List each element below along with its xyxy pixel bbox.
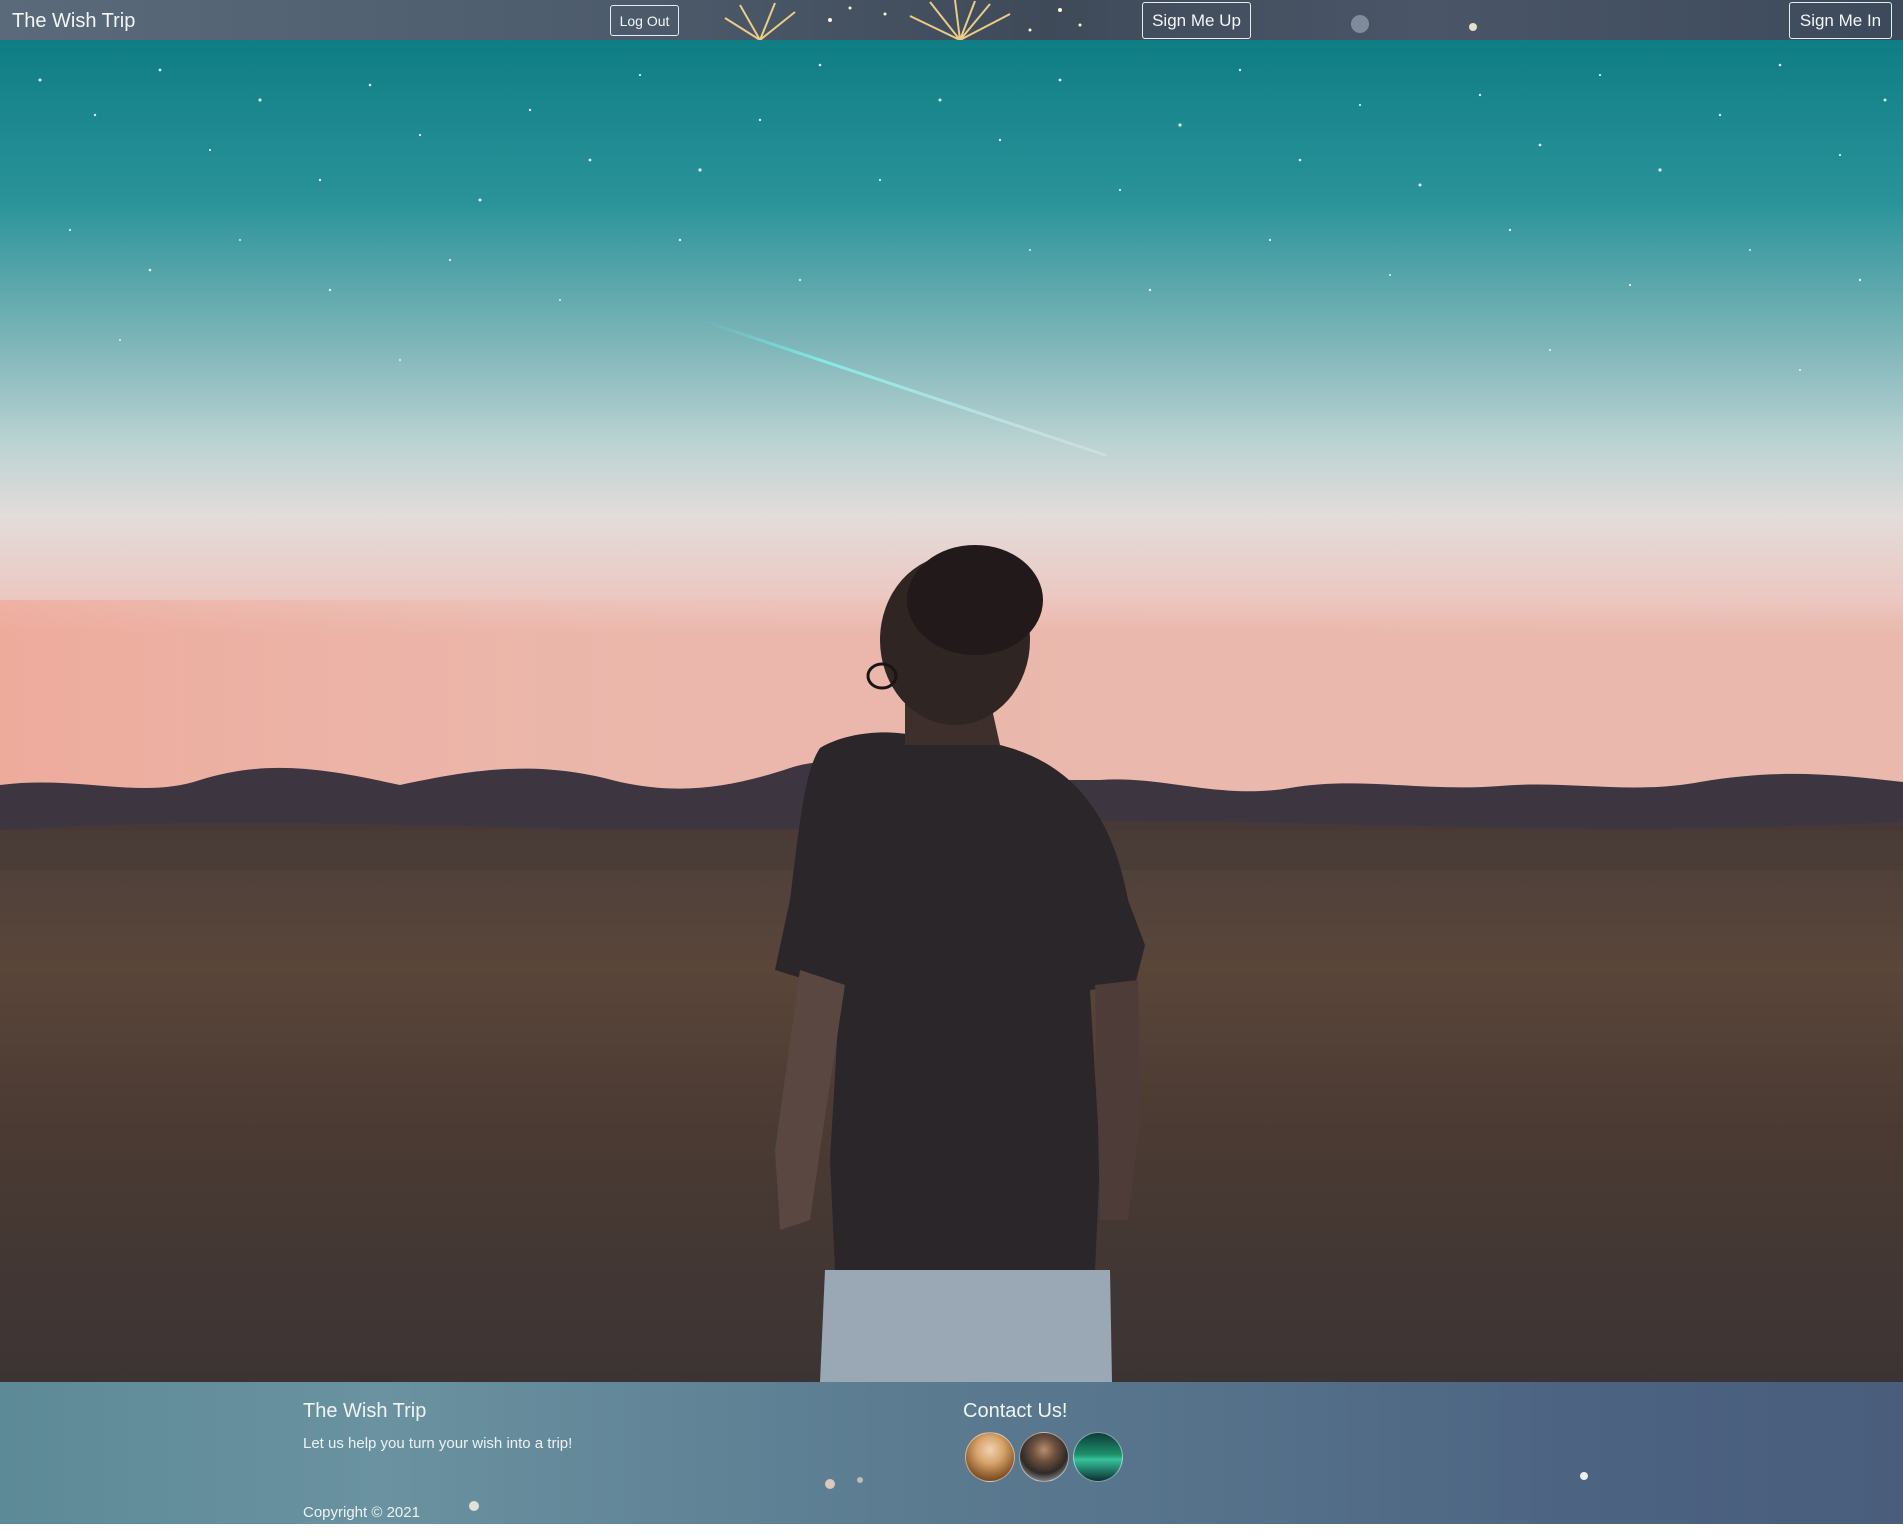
- logout-button[interactable]: Log Out: [610, 5, 679, 36]
- sign-up-button[interactable]: Sign Me Up: [1142, 2, 1251, 39]
- footer-title: The Wish Trip: [303, 1400, 427, 1422]
- page-bottom-margin: [0, 1524, 1903, 1540]
- footer-tagline: Let us help you turn your wish into a tr…: [303, 1435, 573, 1452]
- contact-avatar-3[interactable]: [1073, 1432, 1123, 1482]
- fireworks-decoration: [724, 0, 1082, 40]
- contact-avatar-1[interactable]: [965, 1432, 1015, 1482]
- sign-in-button[interactable]: Sign Me In: [1789, 2, 1892, 39]
- top-navbar: The Wish Trip Log Out Sign Me Up Sign Me…: [0, 0, 1903, 40]
- contact-title: Contact Us!: [963, 1400, 1068, 1422]
- footer-bokeh-decoration: [469, 1472, 1588, 1511]
- footer-copyright: Copyright © 2021: [303, 1504, 420, 1521]
- site-footer: The Wish Trip Let us help you turn your …: [0, 1382, 1903, 1524]
- hero-illustration: [0, 40, 1903, 1382]
- brand-logo[interactable]: The Wish Trip: [12, 9, 135, 33]
- hero-image: [0, 40, 1903, 1382]
- contact-avatar-2[interactable]: [1019, 1432, 1069, 1482]
- bokeh-decoration: [1351, 15, 1477, 33]
